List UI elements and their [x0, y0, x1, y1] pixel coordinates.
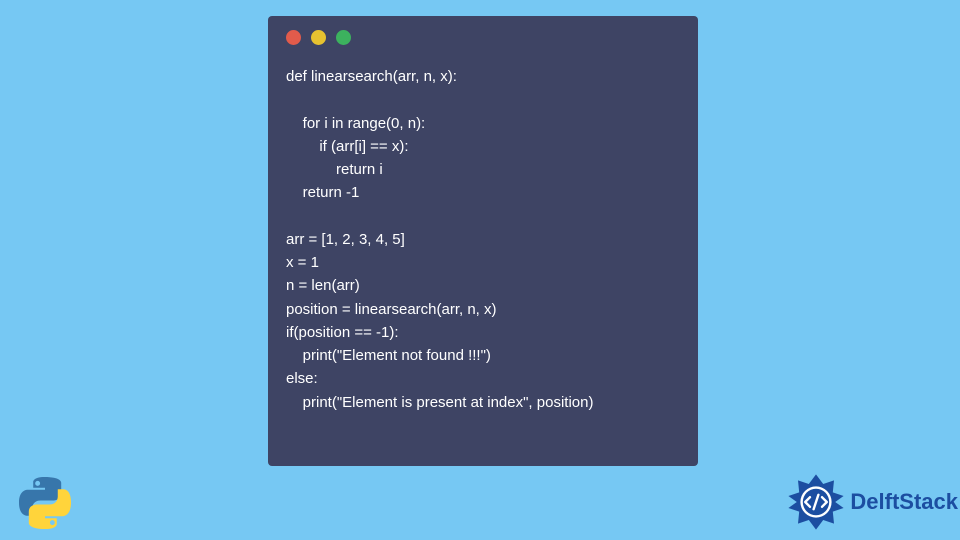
brand-badge-icon [786, 472, 846, 532]
minimize-icon [311, 30, 326, 45]
code-window: def linearsearch(arr, n, x): for i in ra… [268, 16, 698, 466]
window-controls [286, 30, 680, 45]
code-block: def linearsearch(arr, n, x): for i in ra… [286, 65, 680, 414]
maximize-icon [336, 30, 351, 45]
close-icon [286, 30, 301, 45]
brand: DelftStack [786, 472, 958, 532]
python-logo-icon [18, 476, 72, 530]
brand-name: DelftStack [850, 489, 958, 515]
